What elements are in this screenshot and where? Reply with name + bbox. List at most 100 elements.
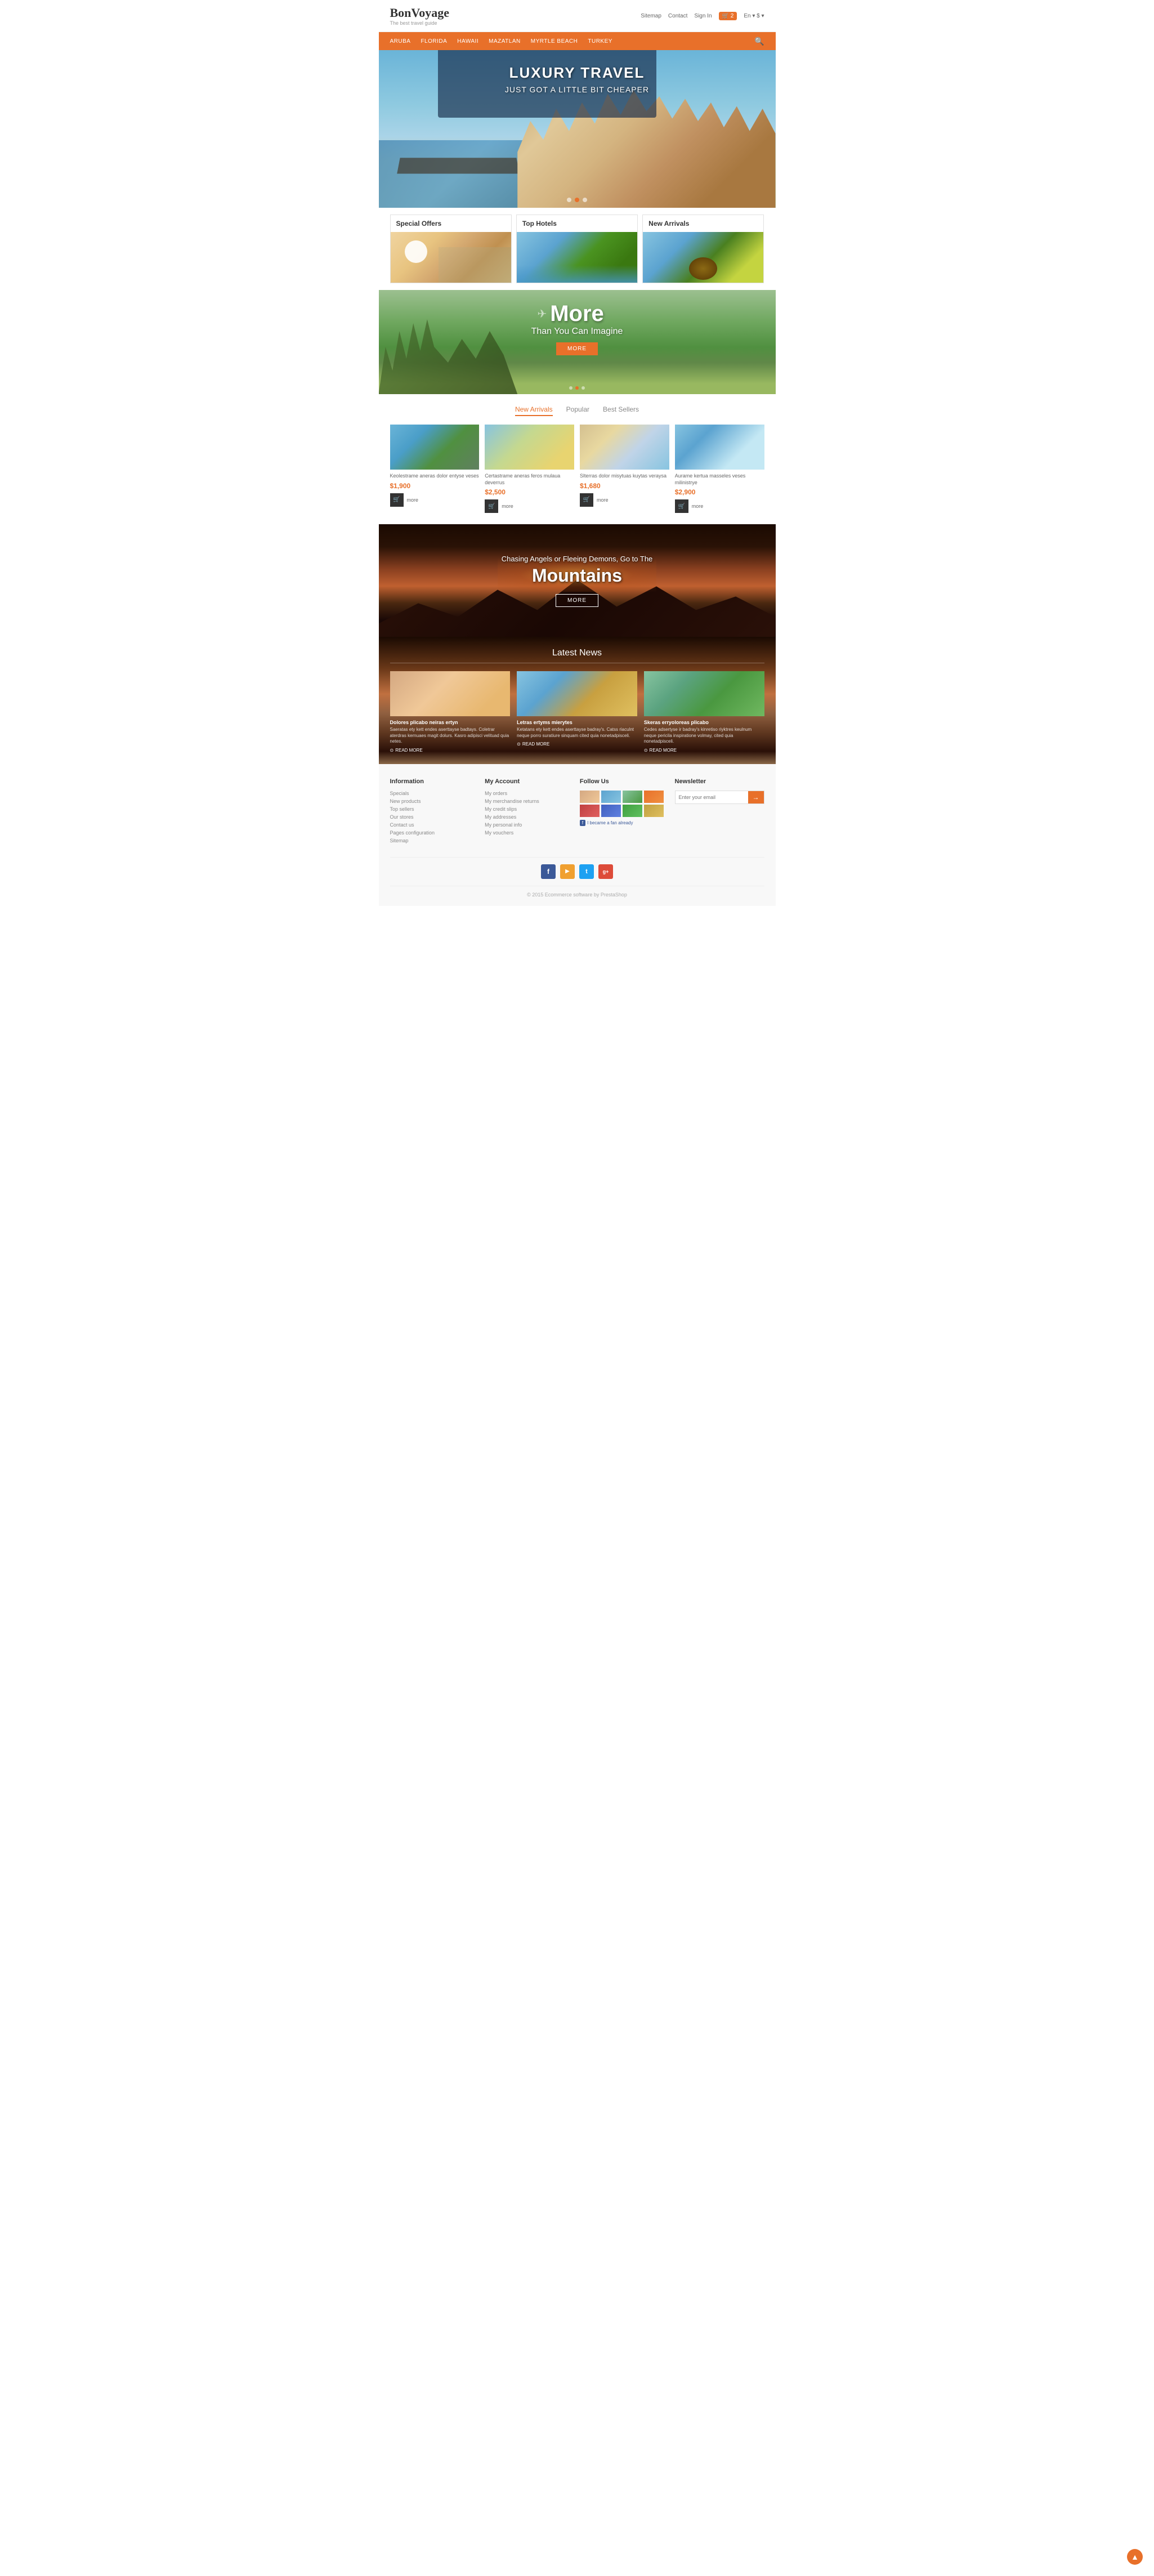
product-img-2 (485, 425, 574, 470)
social-twitter-icon[interactable]: t (579, 864, 594, 879)
footer-col-title-newsletter: Newsletter (675, 778, 764, 785)
footer-link-credit-slips[interactable]: My credit slips (485, 806, 569, 812)
news-card-3: Skeras erryoloreas plicabo Cedes adserty… (644, 671, 764, 752)
footer-link-top-sellers[interactable]: Top sellers (390, 806, 474, 812)
nav-mazatlan[interactable]: MAZATLAN (489, 38, 521, 44)
header-nav: Sitemap Contact Sign In 🛒 2 En ▾ $ ▾ (641, 12, 764, 20)
nav-aruba[interactable]: ARUBA (390, 38, 411, 44)
product-card-4: Aurame kertua masseles veses milinistrye… (675, 425, 764, 513)
more-text: More Than You Can Imagine MORE (401, 301, 753, 355)
news-headline-3: Skeras erryoloreas plicabo (644, 720, 764, 725)
footer-link-contact-us[interactable]: Contact us (390, 822, 474, 828)
product-desc-1: Keolestrame aneras dolor entyse veses (390, 473, 480, 480)
fb-follow-label[interactable]: f I became a fan already (580, 820, 664, 826)
news-grid: Dolores plicabo neiras ertyn Saeratas et… (390, 671, 764, 752)
footer-link-new-products[interactable]: New products (390, 798, 474, 804)
add-to-cart-2[interactable]: 🛒 (485, 499, 498, 513)
hero-dot-3[interactable] (583, 198, 587, 202)
product-price-1: $1,900 (390, 482, 480, 490)
news-img-2 (517, 671, 637, 716)
social-thumb-7[interactable] (623, 805, 642, 817)
social-thumb-8[interactable] (644, 805, 664, 817)
footer-copyright: © 2015 Ecommerce software by PrestaShop (390, 892, 764, 898)
social-youtube-icon[interactable]: ▶ (560, 864, 575, 879)
footer-link-sitemap[interactable]: Sitemap (390, 838, 474, 843)
add-to-cart-4[interactable]: 🛒 (675, 499, 688, 513)
social-thumb-3[interactable] (623, 791, 642, 803)
product-card-3: Slterras dolor misytuas kuytas veraysa $… (580, 425, 669, 513)
news-headline-2: Letras ertyms mierytes (517, 720, 637, 725)
social-thumb-2[interactable] (601, 791, 621, 803)
banner-dot-3[interactable] (582, 386, 585, 390)
category-card-hotels[interactable]: Top Hotels (516, 215, 638, 283)
category-card-special[interactable]: Special Offers (390, 215, 512, 283)
products-grid: Keolestrame aneras dolor entyse veses $1… (390, 425, 764, 513)
more-link-3[interactable]: more (597, 497, 609, 503)
social-thumb-1[interactable] (580, 791, 600, 803)
newsletter-email-input[interactable] (676, 791, 748, 803)
add-to-cart-1[interactable]: 🛒 (390, 493, 404, 507)
social-facebook-icon[interactable]: f (541, 864, 556, 879)
footer-link-addresses[interactable]: My addresses (485, 814, 569, 820)
banner-dots (569, 386, 585, 390)
hero-section: LUXURY TRAVEL JUST GOT A LITTLE BIT CHEA… (379, 50, 776, 208)
footer-link-personal-info[interactable]: My personal info (485, 822, 569, 828)
category-card-arrivals[interactable]: New Arrivals (642, 215, 764, 283)
social-thumb-6[interactable] (601, 805, 621, 817)
footer-link-my-orders[interactable]: My orders (485, 791, 569, 796)
search-button[interactable]: 🔍 (754, 37, 764, 46)
contact-link[interactable]: Contact (668, 13, 687, 19)
news-body-1: Saeratas ety kett endes aserttayse badta… (390, 727, 511, 744)
product-desc-4: Aurame kertua masseles veses milinistrye (675, 473, 764, 486)
product-desc-2: Certastrame aneras feros mulaua deverrus (485, 473, 574, 486)
add-to-cart-3[interactable]: 🛒 (580, 493, 593, 507)
more-button[interactable]: MORE (556, 342, 598, 355)
footer-col-newsletter: Newsletter → (675, 778, 764, 846)
hero-dot-2[interactable] (575, 198, 579, 202)
more-link-1[interactable]: more (407, 497, 419, 503)
footer-link-merchandise-returns[interactable]: My merchandise returns (485, 798, 569, 804)
scroll-top-button[interactable]: ▲ (1127, 2549, 1143, 2565)
newsletter-submit-button[interactable]: → (748, 791, 764, 803)
products-tabs: New Arrivals Popular Best Sellers (390, 405, 764, 416)
product-card-2: Certastrame aneras feros mulaua deverrus… (485, 425, 574, 513)
tab-new-arrivals[interactable]: New Arrivals (515, 405, 553, 416)
footer-link-vouchers[interactable]: My vouchers (485, 830, 569, 836)
product-img-4 (675, 425, 764, 470)
social-googleplus-icon[interactable]: g+ (598, 864, 613, 879)
hero-dot-1[interactable] (567, 198, 571, 202)
nav-myrtle[interactable]: MYRTLE BEACH (531, 38, 578, 44)
sitemap-link[interactable]: Sitemap (641, 13, 661, 19)
news-card-2: Letras ertyms mierytes Ketatans ety kett… (517, 671, 637, 752)
hero-text: LUXURY TRAVEL JUST GOT A LITTLE BIT CHEA… (379, 64, 776, 94)
read-more-1[interactable]: ⊙ READ MORE (390, 748, 511, 753)
read-more-2[interactable]: ⊙ READ MORE (517, 742, 637, 747)
nav-florida[interactable]: FLORIDA (421, 38, 447, 44)
logo-title: BonVoyage (390, 6, 450, 20)
nav-turkey[interactable]: TURKEY (588, 38, 612, 44)
read-more-3[interactable]: ⊙ READ MORE (644, 748, 764, 753)
footer-col-title-my-account: My Account (485, 778, 569, 785)
nav-hawaii[interactable]: HAWAII (457, 38, 478, 44)
footer-link-our-stores[interactable]: Our stores (390, 814, 474, 820)
hero-pier (397, 158, 519, 173)
news-img-1 (390, 671, 511, 716)
cart-badge[interactable]: 🛒 2 (719, 12, 737, 20)
tab-popular[interactable]: Popular (566, 405, 589, 416)
footer-link-specials[interactable]: Specials (390, 791, 474, 796)
tab-best-sellers[interactable]: Best Sellers (603, 405, 639, 416)
mountains-heading: Mountains (502, 565, 653, 586)
social-thumb-4[interactable] (644, 791, 664, 803)
signin-link[interactable]: Sign In (694, 13, 712, 19)
mountains-more-button[interactable]: MORE (556, 594, 598, 607)
banner-dot-1[interactable] (569, 386, 572, 390)
more-subheading: Than You Can Imagine (401, 327, 753, 337)
footer-link-pages-config[interactable]: Pages configuration (390, 830, 474, 836)
language-selector[interactable]: En ▾ $ ▾ (744, 13, 764, 19)
news-title: Latest News (390, 648, 764, 658)
banner-dot-2[interactable] (575, 386, 579, 390)
more-link-2[interactable]: more (502, 503, 513, 509)
category-section: Special Offers Top Hotels New Arrivals (379, 208, 776, 290)
more-link-4[interactable]: more (692, 503, 704, 509)
social-thumb-5[interactable] (580, 805, 600, 817)
